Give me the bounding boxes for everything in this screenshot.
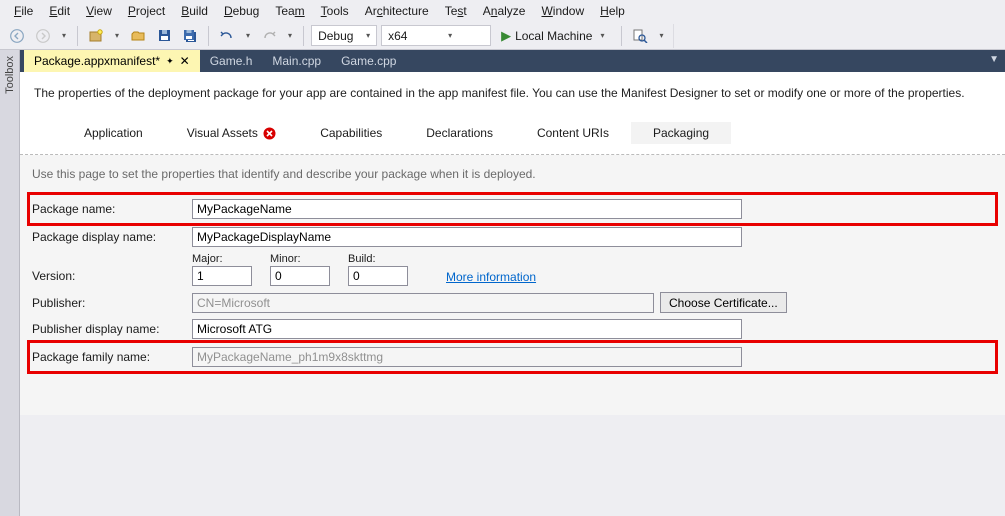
find-dropdown[interactable]: ▾ — [655, 31, 667, 40]
family-name-input — [192, 347, 742, 367]
open-folder-icon — [131, 29, 145, 43]
choose-certificate-button[interactable]: Choose Certificate... — [660, 292, 787, 313]
version-minor-input[interactable] — [270, 266, 330, 286]
pin-icon[interactable]: ✦ — [166, 56, 174, 67]
package-name-label: Package name: — [32, 202, 192, 216]
arrow-back-icon — [10, 29, 24, 43]
save-icon — [158, 29, 171, 42]
tab-label: Game.h — [210, 54, 253, 68]
undo-dropdown[interactable]: ▾ — [242, 31, 254, 40]
menu-view[interactable]: View — [78, 2, 120, 20]
undo-icon — [220, 30, 234, 42]
find-in-files-button[interactable] — [629, 25, 651, 47]
menu-analyze[interactable]: Analyze — [475, 2, 534, 20]
open-file-button[interactable] — [127, 25, 149, 47]
tab-package-manifest[interactable]: Package.appxmanifest* ✦ ✕ — [24, 50, 200, 72]
configuration-value: Debug — [318, 29, 362, 43]
version-major-input[interactable] — [192, 266, 252, 286]
nav-forward-button[interactable] — [32, 25, 54, 47]
save-button[interactable] — [153, 25, 175, 47]
play-icon: ▶ — [501, 28, 511, 44]
platform-select[interactable]: x64▾ — [381, 25, 491, 46]
designer-tabs: Application Visual Assets Capabilities D… — [34, 122, 991, 144]
manifest-designer-header: The properties of the deployment package… — [20, 72, 1005, 155]
platform-value: x64 — [388, 29, 432, 43]
subtab-packaging[interactable]: Packaging — [631, 122, 731, 144]
menu-edit[interactable]: Edit — [41, 2, 78, 20]
new-project-icon — [89, 29, 103, 43]
menu-tools[interactable]: Tools — [313, 2, 357, 20]
toolbar: ▾ ▾ ▾ ▾ Debug▾ x64▾ ▶ Local Machine ▾ ▾ — [0, 22, 1005, 50]
tab-label: Game.cpp — [341, 54, 396, 68]
find-icon — [633, 29, 648, 43]
close-icon[interactable]: ✕ — [180, 54, 190, 68]
menu-team[interactable]: Team — [267, 2, 312, 20]
nav-back-button[interactable] — [6, 25, 28, 47]
menu-architecture[interactable]: Architecture — [357, 2, 437, 20]
publisher-label: Publisher: — [32, 296, 192, 310]
build-label: Build: — [348, 253, 408, 265]
menu-build[interactable]: Build — [173, 2, 216, 20]
display-name-input[interactable] — [192, 227, 742, 247]
designer-intro: The properties of the deployment package… — [34, 86, 991, 100]
major-label: Major: — [192, 253, 252, 265]
redo-icon — [262, 30, 276, 42]
display-name-label: Package display name: — [32, 230, 192, 244]
undo-button[interactable] — [216, 25, 238, 47]
run-target-label: Local Machine — [515, 29, 592, 43]
menu-bar: File Edit View Project Build Debug Team … — [0, 0, 1005, 22]
subtab-capabilities[interactable]: Capabilities — [298, 122, 404, 144]
error-icon — [263, 127, 276, 140]
start-debug-button[interactable]: ▶ Local Machine ▾ — [495, 25, 614, 46]
menu-help[interactable]: Help — [592, 2, 633, 20]
publisher-display-input[interactable] — [192, 319, 742, 339]
tab-label: Package.appxmanifest* — [34, 54, 160, 68]
menu-project[interactable]: Project — [120, 2, 173, 20]
package-name-input[interactable] — [192, 199, 742, 219]
menu-window[interactable]: Window — [533, 2, 592, 20]
form-hint: Use this page to set the properties that… — [32, 167, 993, 181]
family-name-row: Package family name: — [32, 345, 993, 369]
new-project-button[interactable] — [85, 25, 107, 47]
subtab-application[interactable]: Application — [62, 122, 165, 144]
package-name-row: Package name: — [32, 197, 993, 221]
more-information-link[interactable]: More information — [446, 270, 536, 284]
tab-game-h[interactable]: Game.h — [200, 50, 263, 72]
menu-debug[interactable]: Debug — [216, 2, 267, 20]
nav-history-dropdown[interactable]: ▾ — [58, 31, 70, 40]
redo-dropdown[interactable]: ▾ — [284, 31, 296, 40]
document-tabs: Package.appxmanifest* ✦ ✕ Game.h Main.cp… — [20, 50, 1005, 72]
configuration-select[interactable]: Debug▾ — [311, 25, 377, 46]
publisher-display-row: Publisher display name: — [32, 319, 993, 339]
save-all-button[interactable] — [179, 25, 201, 47]
subtab-declarations[interactable]: Declarations — [404, 122, 515, 144]
version-row: Version: Major: Minor: Build: More infor — [32, 253, 993, 286]
toolbox-sidebar[interactable]: Toolbox — [0, 50, 20, 516]
publisher-display-label: Publisher display name: — [32, 322, 192, 336]
version-build-input[interactable] — [348, 266, 408, 286]
subtab-content-uris[interactable]: Content URIs — [515, 122, 631, 144]
family-name-label: Package family name: — [32, 350, 192, 364]
publisher-input — [192, 293, 654, 313]
display-name-row: Package display name: — [32, 227, 993, 247]
tab-game-cpp[interactable]: Game.cpp — [331, 50, 406, 72]
redo-button[interactable] — [258, 25, 280, 47]
save-all-icon — [183, 29, 198, 43]
publisher-row: Publisher: Choose Certificate... — [32, 292, 993, 313]
arrow-forward-icon — [36, 29, 50, 43]
tab-label: Main.cpp — [272, 54, 321, 68]
menu-test[interactable]: Test — [437, 2, 475, 20]
minor-label: Minor: — [270, 253, 330, 265]
new-dropdown[interactable]: ▾ — [111, 31, 123, 40]
version-label: Version: — [32, 269, 192, 286]
packaging-form: Use this page to set the properties that… — [20, 155, 1005, 415]
tab-main-cpp[interactable]: Main.cpp — [262, 50, 331, 72]
toolbox-label: Toolbox — [4, 56, 16, 94]
menu-file[interactable]: File — [6, 2, 41, 20]
tabs-overflow-button[interactable]: ▼ — [989, 54, 999, 65]
subtab-visual-assets[interactable]: Visual Assets — [165, 122, 299, 144]
